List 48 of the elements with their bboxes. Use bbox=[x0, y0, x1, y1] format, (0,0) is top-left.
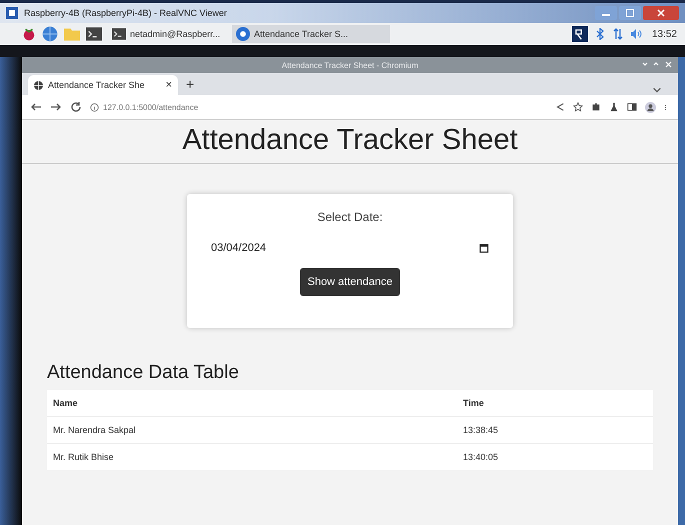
app-icon bbox=[6, 7, 18, 19]
table-title: Attendance Data Table bbox=[47, 362, 240, 384]
date-field[interactable]: 03/04/2024 bbox=[205, 236, 495, 260]
table-cell-text: 13:40:05 bbox=[462, 452, 500, 462]
browser-tab[interactable]: Attendance Tracker She × bbox=[28, 75, 178, 95]
chevron-down-icon bbox=[652, 85, 662, 95]
volume-icon bbox=[630, 28, 642, 40]
raspberry-icon bbox=[22, 27, 36, 41]
window-controls-icon[interactable] bbox=[642, 61, 672, 69]
maximize-icon bbox=[626, 9, 634, 17]
page-heading: Attendance Tracker Sheet bbox=[22, 120, 678, 164]
table-cell-text: 13:38:45 bbox=[462, 425, 500, 435]
profile-icon bbox=[645, 102, 656, 112]
globe-icon bbox=[42, 26, 58, 42]
flask-icon bbox=[609, 102, 619, 112]
maximize-button[interactable] bbox=[619, 6, 641, 20]
taskbar-item[interactable]: netadmin@Raspberr... bbox=[108, 25, 226, 43]
star-icon bbox=[573, 102, 583, 112]
back-icon bbox=[30, 101, 42, 113]
date-label: Select Date: bbox=[317, 210, 383, 224]
terminal-icon bbox=[86, 26, 102, 42]
browser-icon bbox=[236, 27, 250, 41]
terminal-icon bbox=[112, 27, 126, 41]
globe-icon bbox=[34, 80, 43, 90]
clock: 13:52 bbox=[652, 28, 677, 40]
tab-title: Attendance Tracker She bbox=[48, 80, 146, 90]
browser-title: Attendance Tracker Sheet - Chromium bbox=[282, 60, 418, 70]
calendar-icon bbox=[479, 243, 489, 253]
info-icon bbox=[90, 102, 99, 112]
column-header: Name bbox=[52, 398, 79, 408]
network-icon bbox=[612, 28, 624, 40]
bluetooth-icon bbox=[594, 28, 606, 40]
table-cell-text: Mr. Narendra Sakpal bbox=[52, 425, 137, 435]
folder-icon bbox=[64, 26, 80, 42]
show-attendance-button[interactable]: Show attendance bbox=[300, 268, 400, 296]
table-cell-text: Mr. Rutik Bhise bbox=[52, 452, 115, 462]
tab-close-button[interactable]: × bbox=[166, 80, 172, 90]
taskbar-item[interactable]: Attendance Tracker S... bbox=[232, 25, 390, 43]
close-button[interactable] bbox=[643, 6, 679, 20]
minimize-button[interactable] bbox=[595, 6, 617, 20]
reload-icon bbox=[70, 101, 82, 113]
forward-icon bbox=[50, 101, 62, 113]
sidebar-icon bbox=[627, 102, 637, 112]
share-icon bbox=[555, 102, 565, 112]
window-title: Raspberry-4B (RaspberryPi-4B) - RealVNC Viewer bbox=[24, 8, 227, 18]
close-icon bbox=[657, 9, 665, 17]
new-tab-button[interactable]: + bbox=[186, 77, 194, 91]
column-header: Time bbox=[462, 398, 485, 408]
